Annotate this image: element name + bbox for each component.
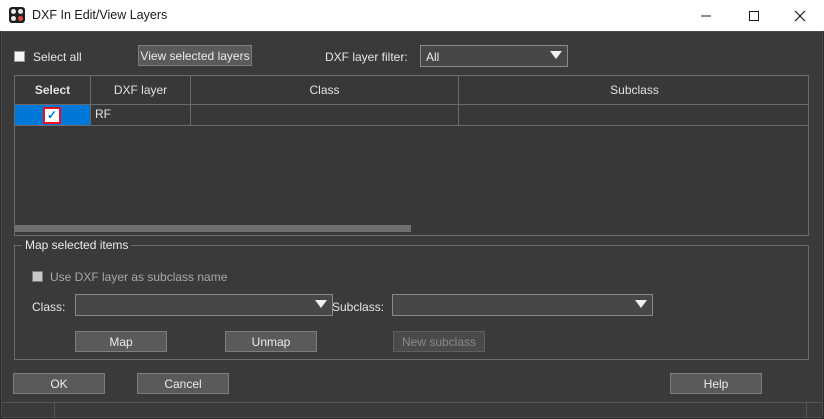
chevron-down-icon	[550, 51, 562, 59]
column-header-class[interactable]: Class	[191, 76, 459, 105]
close-icon	[794, 10, 806, 21]
class-dropdown[interactable]	[75, 294, 333, 316]
select-all-checkbox[interactable]	[14, 51, 25, 62]
row-select-checkbox[interactable]: ✓	[43, 107, 61, 124]
status-bar	[2, 402, 822, 418]
use-subclass-checkbox[interactable]	[32, 271, 43, 282]
app-icon	[9, 7, 25, 23]
ok-button[interactable]: OK	[13, 373, 105, 394]
checkmark-icon: ✓	[47, 108, 58, 122]
group-title: Map selected items	[22, 238, 132, 252]
use-subclass-label: Use DXF layer as subclass name	[50, 270, 228, 284]
minimize-button[interactable]	[683, 0, 729, 31]
select-all-label: Select all	[33, 50, 82, 64]
minimize-icon	[701, 15, 711, 16]
dxf-layer-value: RF	[95, 107, 111, 121]
table-row-select-cell[interactable]: ✓	[15, 105, 91, 126]
table-cell-dxf-layer[interactable]: RF	[91, 105, 191, 126]
column-header-select[interactable]: Select	[15, 76, 91, 105]
title-bar: DXF In Edit/View Layers	[0, 0, 824, 31]
layer-filter-label: DXF layer filter:	[325, 50, 408, 64]
subclass-label: Subclass:	[332, 300, 385, 314]
layer-filter-value: All	[426, 50, 440, 64]
new-subclass-button[interactable]: New subclass	[393, 331, 485, 352]
help-button[interactable]: Help	[670, 373, 762, 394]
maximize-button[interactable]	[731, 0, 777, 31]
cancel-button[interactable]: Cancel	[137, 373, 229, 394]
maximize-icon	[749, 10, 759, 21]
status-separator	[806, 403, 807, 418]
window-title: DXF In Edit/View Layers	[32, 8, 168, 22]
class-label: Class:	[32, 300, 66, 314]
map-selected-items-group: Map selected items Use DXF layer as subc…	[14, 238, 809, 360]
dialog-body: Select all View selected layers DXF laye…	[1, 31, 823, 418]
chevron-down-icon	[635, 300, 647, 308]
unmap-button[interactable]: Unmap	[225, 331, 317, 352]
map-button[interactable]: Map	[75, 331, 167, 352]
status-separator	[54, 403, 55, 418]
column-header-dxf-layer[interactable]: DXF layer	[91, 76, 191, 105]
table-cell-subclass[interactable]	[459, 105, 808, 126]
close-button[interactable]	[777, 0, 823, 31]
layer-filter-dropdown[interactable]: All	[420, 45, 568, 67]
horizontal-scrollbar-thumb[interactable]	[15, 225, 411, 232]
view-selected-layers-button[interactable]: View selected layers	[138, 45, 252, 66]
chevron-down-icon	[315, 300, 327, 308]
column-header-subclass[interactable]: Subclass	[459, 76, 808, 105]
table-cell-class[interactable]	[191, 105, 459, 126]
layers-grid[interactable]: Select DXF layer Class Subclass ✓ RF	[14, 75, 809, 236]
subclass-dropdown[interactable]	[392, 294, 653, 316]
